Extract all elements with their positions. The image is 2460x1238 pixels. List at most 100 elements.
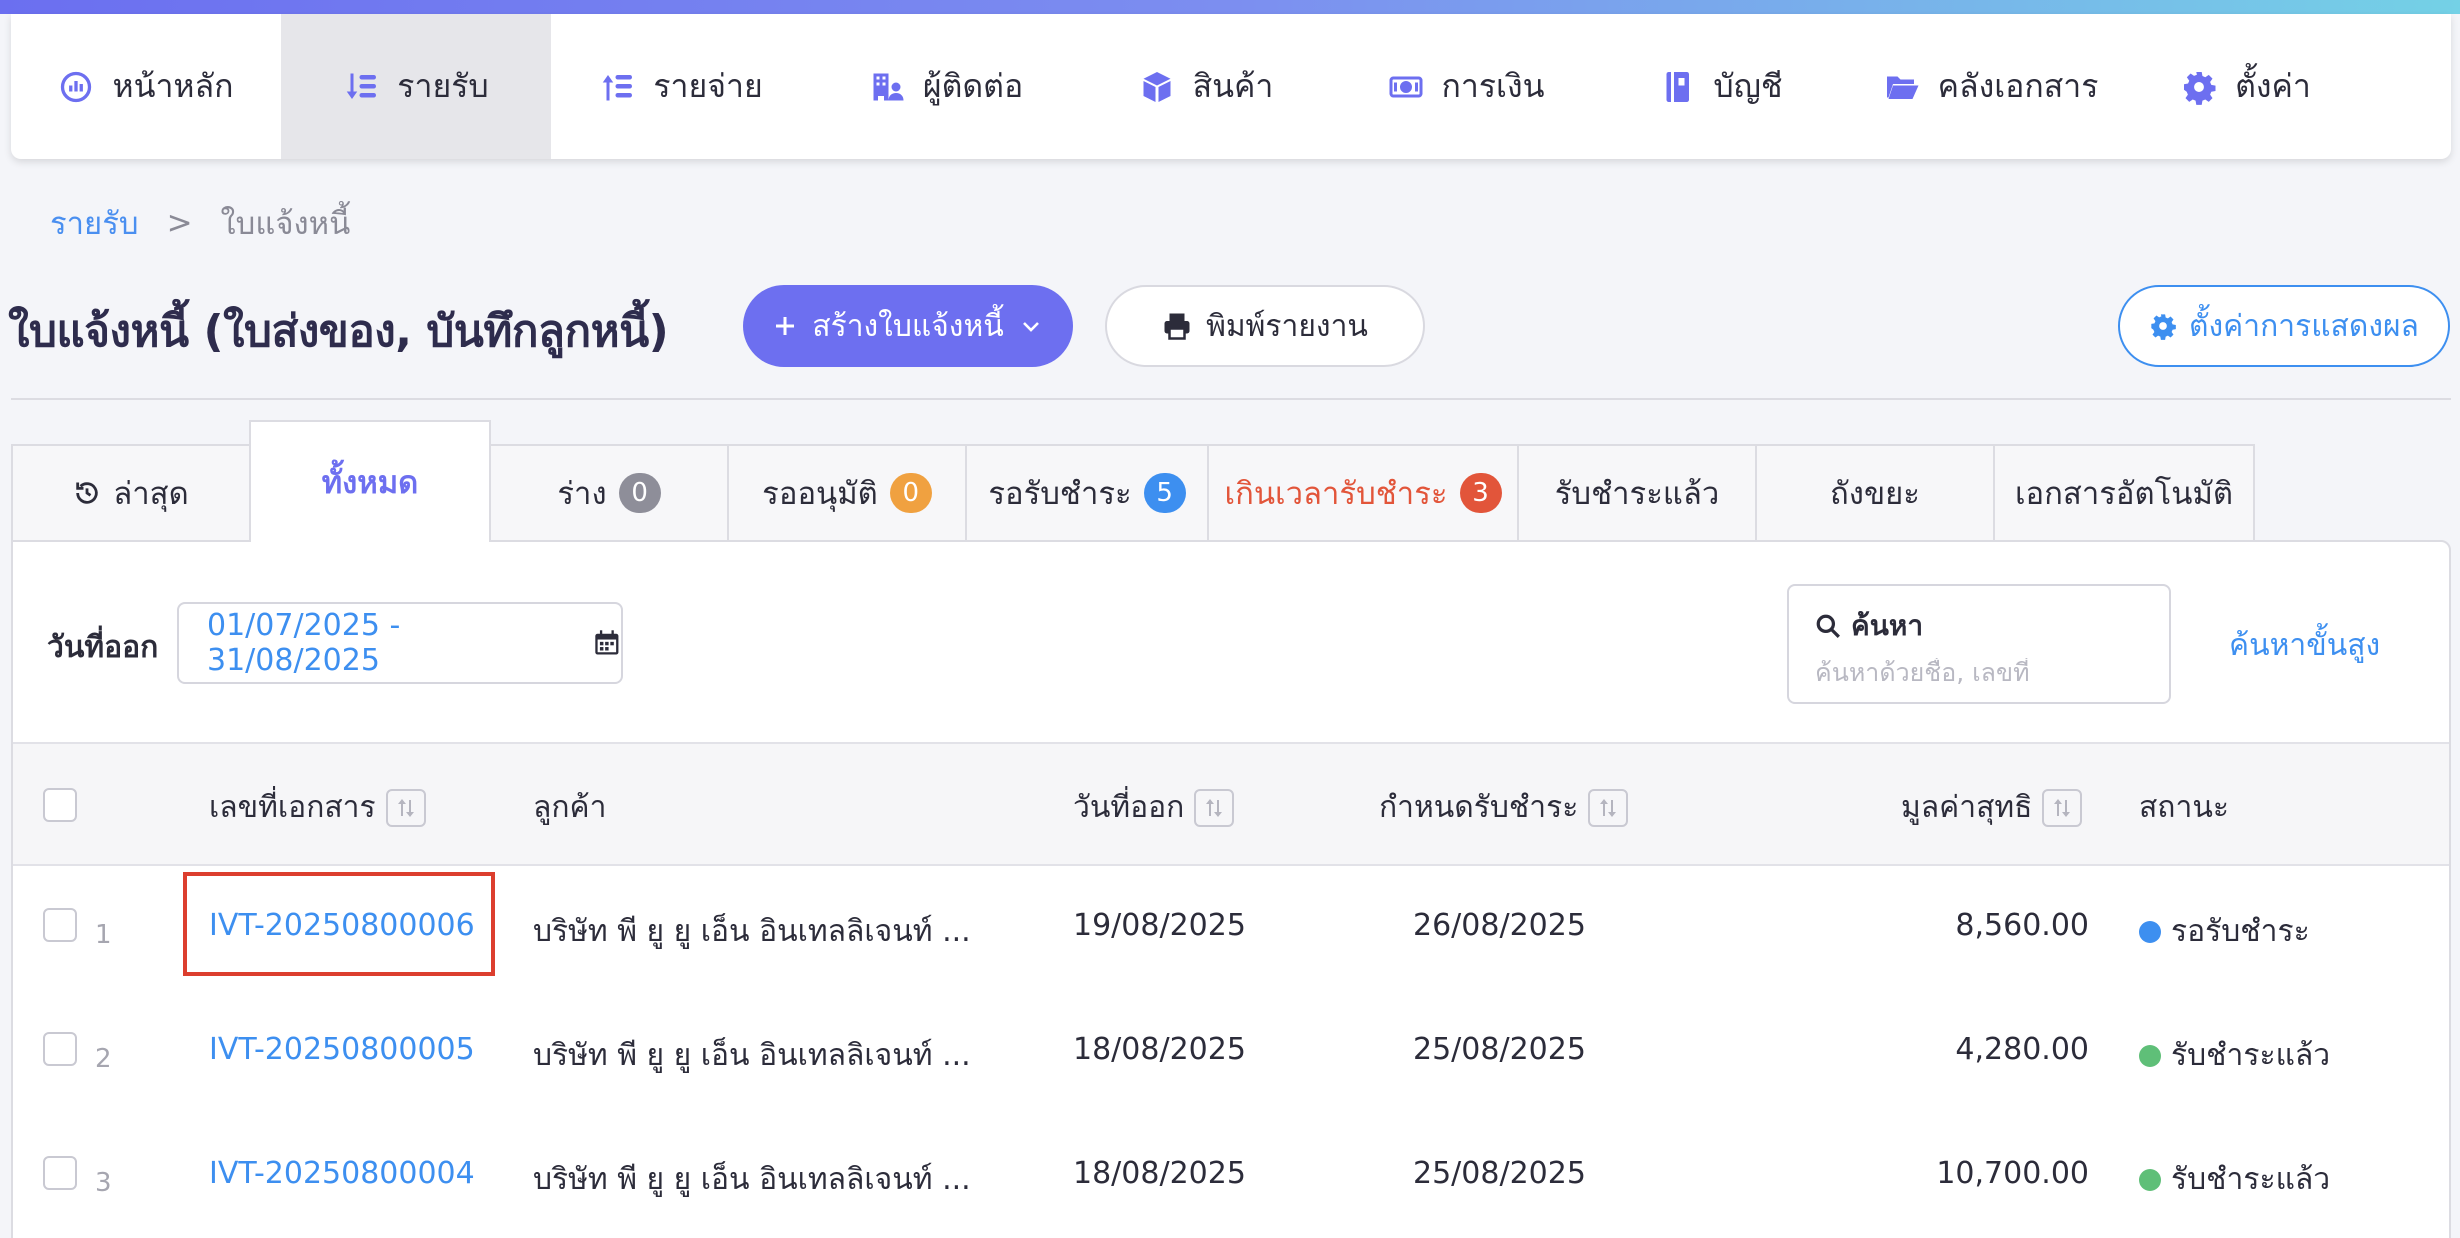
sort-icon[interactable] (2042, 788, 2083, 827)
contacts-icon (873, 73, 904, 100)
tab-draft[interactable]: ร่าง 0 (489, 444, 729, 540)
search-icon (1816, 614, 1840, 638)
nav-item-label: ผู้ติดต่อ (922, 67, 1024, 105)
sort-icon[interactable] (385, 788, 426, 827)
chevron-down-icon (1022, 322, 1039, 332)
display-settings-label: ตั้งค่าการแสดงผล (2189, 308, 2419, 344)
product-box-icon (1143, 71, 1171, 102)
document-number-link[interactable]: IVT-20250800005 (209, 1032, 475, 1067)
top-accent-bar (0, 0, 2460, 14)
gear-icon (2151, 314, 2176, 340)
tab-label: รับชำระแล้ว (1554, 476, 1720, 512)
nav-item-expense[interactable]: รายจ่าย (551, 14, 811, 159)
row-checkbox[interactable] (43, 1156, 77, 1190)
table-row[interactable]: 3 IVT-20250800004 บริษัท พี ยู ยู เอ็น อ… (13, 1116, 2449, 1238)
column-header-label: กำหนดรับชำระ (1379, 790, 1579, 825)
due-date: 25/08/2025 (1413, 1156, 1586, 1191)
nav-item-products[interactable]: สินค้า (1081, 14, 1331, 159)
issue-date: 18/08/2025 (1073, 1156, 1246, 1191)
column-header-label: ลูกค้า (533, 790, 607, 825)
tab-auto-documents[interactable]: เอกสารอัตโนมัติ (1993, 444, 2255, 540)
issue-date: 18/08/2025 (1073, 1032, 1246, 1067)
due-date: 26/08/2025 (1413, 908, 1586, 943)
printer-icon (1164, 313, 1190, 340)
tab-label: เอกสารอัตโนมัติ (2014, 476, 2234, 512)
status-dot (2139, 1168, 2161, 1191)
status-label: รับชำระแล้ว (2171, 1038, 2331, 1073)
column-header-label: สถานะ (2139, 790, 2229, 825)
income-icon (347, 73, 377, 99)
nav-item-label: คลังเอกสาร (1937, 67, 2099, 105)
nav-item-home[interactable]: หน้าหลัก (11, 14, 281, 159)
column-header-customer: ลูกค้า (533, 784, 606, 831)
nav-item-label: สินค้า (1192, 67, 1274, 105)
tab-label: รอรับชำระ (988, 476, 1132, 512)
nav-item-label: รายจ่าย (653, 67, 763, 105)
tab-label: รออนุมัติ (762, 476, 878, 512)
customer-name: บริษัท พี ยู ยู เอ็น อินเทลลิเจนท์ ... (533, 914, 971, 949)
column-header-due-date[interactable]: กำหนดรับชำระ (1379, 784, 1629, 831)
nav-item-finance[interactable]: การเงิน (1331, 14, 1601, 159)
sort-icon[interactable] (1588, 788, 1629, 827)
breadcrumb-parent-link[interactable]: รายรับ (50, 198, 139, 248)
nav-item-label: การเงิน (1441, 67, 1545, 105)
nav-item-income[interactable]: รายรับ (281, 14, 551, 159)
sort-icon[interactable] (1194, 788, 1235, 827)
search-input[interactable] (1815, 658, 2145, 687)
tab-recent[interactable]: ล่าสุด (11, 444, 251, 540)
status-label: รอรับชำระ (2171, 914, 2310, 949)
column-header-label: เลขที่เอกสาร (209, 790, 376, 825)
folder-icon (1886, 76, 1919, 99)
print-report-button[interactable]: พิมพ์รายงาน (1105, 285, 1425, 367)
nav-item-contacts[interactable]: ผู้ติดต่อ (811, 14, 1081, 159)
tab-trash[interactable]: ถังขยะ (1755, 444, 1995, 540)
column-header-status: สถานะ (2139, 784, 2229, 831)
accounting-book-icon (1666, 71, 1690, 102)
status-label: รับชำระแล้ว (2171, 1162, 2331, 1197)
select-all-checkbox[interactable] (43, 788, 77, 822)
tab-label: ร่าง (557, 476, 607, 512)
calendar-icon (595, 630, 619, 655)
tab-awaiting-approval[interactable]: รออนุมัติ 0 (727, 444, 967, 540)
column-header-doc-no[interactable]: เลขที่เอกสาร (209, 784, 426, 831)
date-range-value: 01/07/2025 - 31/08/2025 (207, 608, 401, 678)
tab-paid[interactable]: รับชำระแล้ว (1517, 444, 1757, 540)
column-header-label: วันที่ออก (1073, 790, 1185, 825)
column-header-issue-date[interactable]: วันที่ออก (1073, 784, 1235, 831)
create-invoice-button[interactable]: สร้างใบแจ้งหนี้ (743, 285, 1073, 367)
row-checkbox[interactable] (43, 908, 77, 942)
issue-date: 19/08/2025 (1073, 908, 1246, 943)
date-filter-label: วันที่ออก (47, 630, 159, 665)
tab-label: ถังขยะ (1830, 476, 1920, 512)
document-number-link[interactable]: IVT-20250800006 (209, 908, 475, 943)
row-checkbox[interactable] (43, 1032, 77, 1066)
net-value: 10,700.00 (1936, 1156, 2089, 1191)
date-range-picker[interactable]: 01/07/2025 - 31/08/2025 (177, 602, 623, 684)
document-number-link[interactable]: IVT-20250800004 (209, 1156, 475, 1191)
expense-icon (603, 74, 633, 100)
breadcrumb: รายรับ > ใบแจ้งหนี้ (50, 198, 350, 248)
tab-label: ล่าสุด (113, 476, 189, 512)
table-row[interactable]: 1 IVT-20250800006 บริษัท พี ยู ยู เอ็น อ… (13, 868, 2449, 992)
status-dot (2139, 920, 2161, 943)
row-number: 2 (95, 1044, 112, 1074)
advanced-search-link[interactable]: ค้นหาขั้นสูง (2229, 622, 2380, 669)
dashboard-icon (61, 71, 92, 102)
main-nav: หน้าหลัก รายรับ รายจ่าย ผู้ติดต่อ สินค้า… (11, 14, 2451, 159)
nav-item-documents[interactable]: คลังเอกสาร (1841, 14, 2141, 159)
money-icon (1389, 76, 1423, 97)
nav-item-label: ตั้งค่า (2235, 67, 2311, 105)
nav-item-accounting[interactable]: บัญชี (1601, 14, 1841, 159)
tab-overdue[interactable]: เกินเวลารับชำระ 3 (1207, 444, 1519, 540)
tab-all[interactable]: ทั้งหมด (249, 420, 491, 542)
tab-awaiting-payment[interactable]: รอรับชำระ 5 (965, 444, 1209, 540)
display-settings-button[interactable]: ตั้งค่าการแสดงผล (2118, 285, 2450, 367)
table-row[interactable]: 2 IVT-20250800005 บริษัท พี ยู ยู เอ็น อ… (13, 992, 2449, 1116)
print-report-label: พิมพ์รายงาน (1206, 308, 1368, 344)
tab-label: เกินเวลารับชำระ (1224, 476, 1448, 512)
nav-item-settings[interactable]: ตั้งค่า (2141, 14, 2351, 159)
customer-name: บริษัท พี ยู ยู เอ็น อินเทลลิเจนท์ ... (533, 1038, 971, 1073)
column-header-net-value[interactable]: มูลค่าสุทธิ (1901, 784, 2083, 831)
tab-count-badge: 0 (889, 473, 932, 513)
nav-item-label: รายรับ (397, 67, 489, 105)
